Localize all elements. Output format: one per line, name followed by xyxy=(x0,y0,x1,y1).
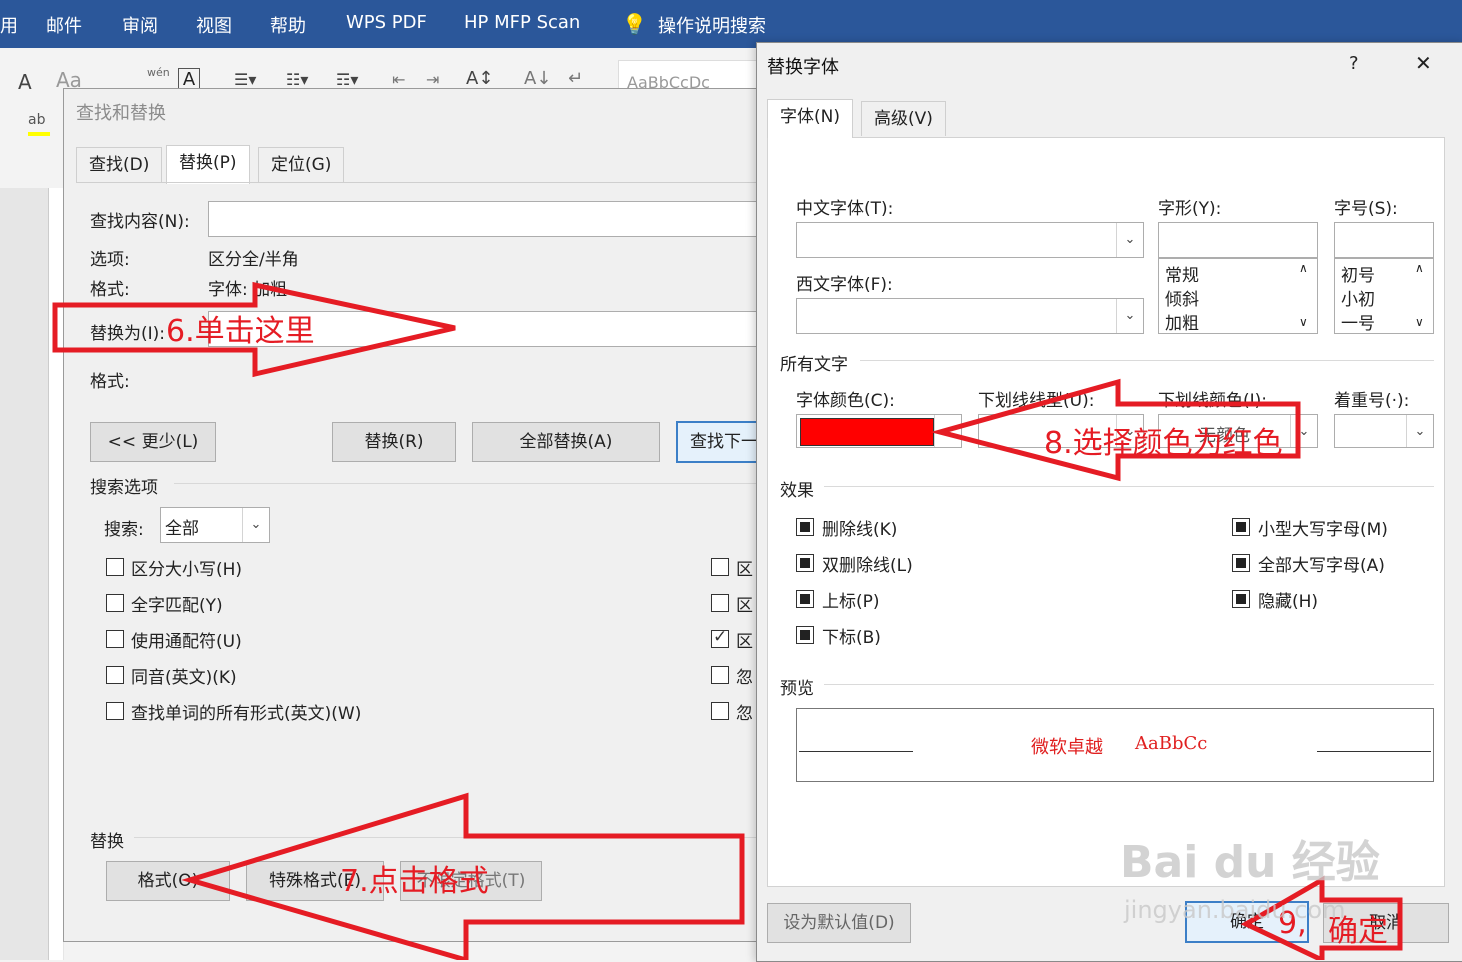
tab-advanced-label: 高级(V) xyxy=(874,109,933,129)
baidu-watermark: Bai du 经验 xyxy=(1120,837,1380,888)
baidu-watermark-url: jingyan.baidu.com xyxy=(1124,896,1346,924)
annotation-overlay xyxy=(52,281,1403,960)
tab-font-label: 字体(N) xyxy=(780,107,840,127)
annotation-step6: 6.单击这里 xyxy=(166,314,315,349)
annotation-step8: 8.选择颜色为红色 xyxy=(1044,426,1283,461)
annotation-step7: 7.点击格式 xyxy=(340,864,489,899)
tab-advanced[interactable]: 高级(V) xyxy=(861,101,946,136)
tab-font[interactable]: 字体(N) xyxy=(767,99,853,138)
